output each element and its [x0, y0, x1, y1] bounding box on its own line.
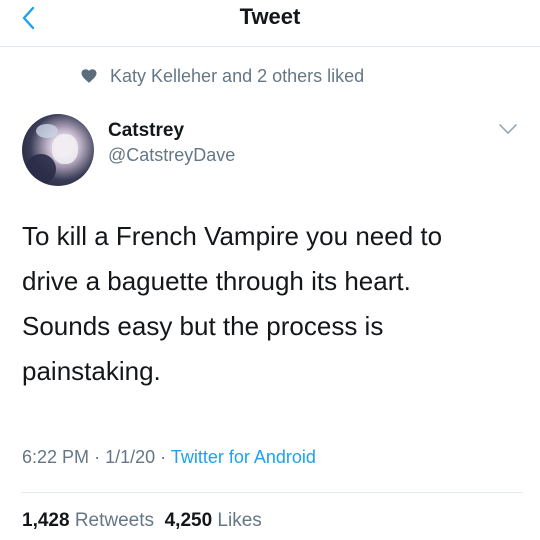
author-handle[interactable]: @CatstreyDave — [108, 145, 235, 166]
meta-separator: · — [160, 447, 167, 467]
retweets-count: 1,428 — [22, 510, 70, 531]
liked-by-text: Katy Kelleher and 2 others liked — [110, 65, 365, 86]
retweets-stat[interactable]: 1,428 Retweets — [22, 510, 154, 531]
avatar-face — [52, 134, 78, 164]
likes-count: 4,250 — [164, 510, 213, 531]
avatar-shadow — [26, 154, 56, 184]
tweet-date: 1/1/20 — [105, 447, 156, 467]
likes-label: Likes — [217, 510, 262, 531]
author-display-name[interactable]: Catstrey — [108, 120, 184, 142]
avatar[interactable] — [22, 114, 94, 186]
tweet-menu-button[interactable] — [498, 122, 518, 136]
tweet-source-link[interactable]: Twitter for Android — [171, 447, 316, 467]
social-context[interactable]: Katy Kelleher and 2 others liked — [80, 64, 364, 88]
heart-icon — [80, 67, 98, 85]
meta-separator: · — [94, 447, 101, 467]
divider — [22, 492, 522, 493]
top-bar: Tweet — [0, 0, 540, 47]
avatar-detail — [36, 124, 58, 138]
tweet-stats: 1,428 Retweets 4,250 Likes — [22, 510, 262, 532]
tweet-time: 6:22 PM — [22, 447, 90, 467]
likes-stat[interactable]: 4,250 Likes — [165, 510, 262, 531]
tweet-meta: 6:22 PM · 1/1/20 · Twitter for Android — [22, 447, 316, 468]
tweet-text: To kill a French Vampire you need to dri… — [22, 221, 443, 386]
chevron-down-icon — [499, 124, 517, 134]
retweets-label: Retweets — [74, 510, 155, 531]
page-title: Tweet — [239, 4, 301, 29]
